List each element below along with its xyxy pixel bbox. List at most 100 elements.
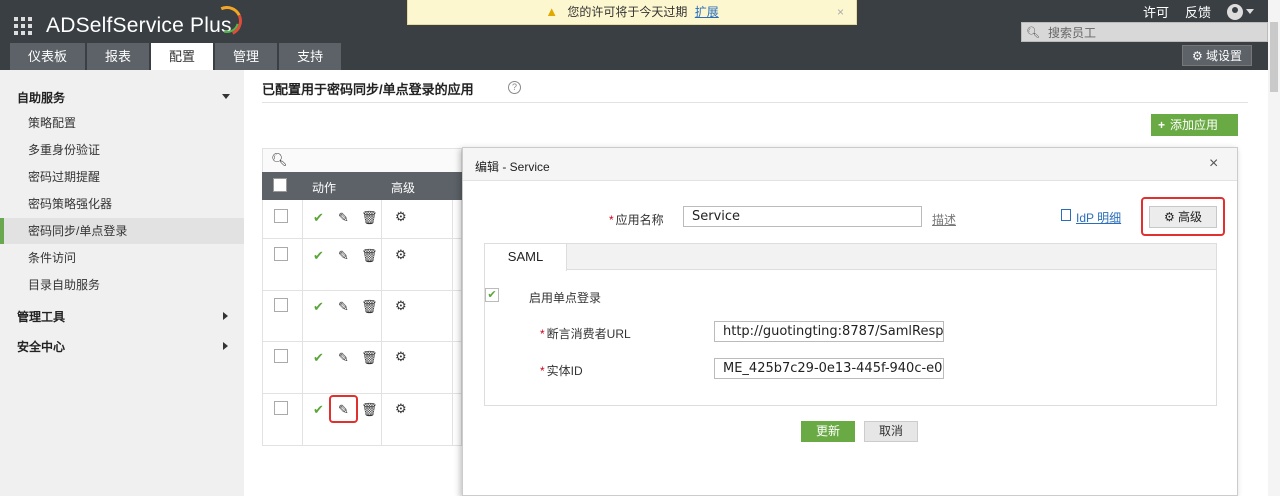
domain-settings-label: 域设置 bbox=[1206, 49, 1243, 63]
chevron-right-icon[interactable] bbox=[223, 312, 228, 320]
page-scrollbar-thumb[interactable] bbox=[1270, 22, 1278, 92]
chevron-right-icon[interactable] bbox=[223, 342, 228, 350]
row-checkbox[interactable] bbox=[274, 401, 288, 415]
license-notice: ▲ 您的许可将于今天过期 扩展 × bbox=[407, 0, 857, 25]
sidebar-item-policy-config[interactable]: 策略配置 bbox=[0, 110, 244, 136]
update-button[interactable]: 更新 bbox=[801, 421, 855, 442]
tab-saml[interactable]: SAML bbox=[485, 244, 567, 271]
gear-icon: ⚙ bbox=[1191, 49, 1203, 63]
divider bbox=[262, 102, 1248, 103]
sidebar-item-password-expiry[interactable]: 密码过期提醒 bbox=[0, 164, 244, 190]
enabled-check-icon[interactable]: ✔ bbox=[313, 248, 324, 264]
enable-sso-checkbox[interactable]: ✔ bbox=[485, 288, 499, 302]
app-logo: ADSelfService Plus bbox=[46, 14, 232, 37]
extend-link[interactable]: 扩展 bbox=[695, 5, 719, 19]
chevron-down-icon[interactable] bbox=[222, 94, 230, 99]
sidebar-section-self-service[interactable]: 自助服务 bbox=[17, 89, 65, 106]
user-menu[interactable] bbox=[1227, 3, 1254, 20]
domain-settings-button[interactable]: ⚙ 域设置 bbox=[1182, 45, 1252, 66]
edit-app-dialog: 编辑 - Service × * 应用名称 Service 描述 IdP 明细 ⚙… bbox=[462, 147, 1238, 496]
search-employee-input[interactable]: 🔍︎ 搜索员工 bbox=[1021, 22, 1268, 42]
tab-admin[interactable]: 管理 bbox=[215, 43, 278, 70]
add-app-label: 添加应用 bbox=[1170, 118, 1219, 132]
license-link[interactable]: 许可 bbox=[1143, 2, 1169, 21]
describe-link[interactable]: 描述 bbox=[932, 211, 956, 228]
enabled-check-icon[interactable]: ✔ bbox=[313, 402, 324, 418]
trash-icon[interactable]: 🗑︎ bbox=[361, 350, 378, 366]
feedback-link[interactable]: 反馈 bbox=[1185, 2, 1211, 21]
user-avatar-icon bbox=[1227, 3, 1243, 20]
enabled-check-icon[interactable]: ✔ bbox=[313, 210, 324, 226]
add-app-button[interactable]: + 添加应用 bbox=[1151, 114, 1238, 136]
tab-support[interactable]: 支持 bbox=[279, 43, 342, 70]
search-icon[interactable]: 🔍︎ bbox=[271, 152, 288, 168]
plus-icon: + bbox=[1158, 118, 1166, 132]
column-divider bbox=[381, 200, 382, 446]
gear-icon[interactable]: ⚙ bbox=[395, 247, 407, 263]
sidebar: 自助服务 策略配置 多重身份验证 密码过期提醒 密码策略强化器 密码同步/单点登… bbox=[0, 70, 244, 496]
entity-id-label: * 实体ID bbox=[540, 364, 583, 378]
entity-id-input[interactable]: ME_425b7c29-0e13-445f-940c-e02 bbox=[714, 358, 944, 379]
edit-icon[interactable]: ✎ bbox=[338, 248, 349, 264]
license-notice-text: 您的许可将于今天过期 bbox=[567, 5, 688, 19]
dialog-title: 编辑 - Service bbox=[475, 160, 550, 174]
edit-highlight-box bbox=[329, 395, 358, 423]
sidebar-section-security-center[interactable]: 安全中心 bbox=[17, 338, 65, 355]
edit-icon[interactable]: ✎ bbox=[338, 299, 349, 315]
table-row: ✔ ✎ 🗑︎ ⚙ bbox=[263, 200, 461, 239]
page-title: 已配置用于密码同步/单点登录的应用 bbox=[262, 82, 474, 97]
sidebar-item-password-sync-sso[interactable]: 密码同步/单点登录 bbox=[0, 218, 244, 244]
cancel-button[interactable]: 取消 bbox=[864, 421, 918, 442]
sidebar-item-password-policy[interactable]: 密码策略强化器 bbox=[0, 191, 244, 217]
enable-sso-label: 启用单点登录 bbox=[529, 291, 602, 305]
row-checkbox[interactable] bbox=[274, 209, 288, 223]
apps-table: ✔ ✎ 🗑︎ ⚙ ✔ ✎ 🗑︎ ⚙ ✔ ✎ 🗑︎ ⚙ ✔ ✎ 🗑︎ ⚙ ✔ ✎ … bbox=[262, 200, 462, 446]
trash-icon[interactable]: 🗑︎ bbox=[361, 248, 378, 264]
sidebar-item-mfa[interactable]: 多重身份验证 bbox=[0, 137, 244, 163]
gear-icon[interactable]: ⚙ bbox=[395, 401, 407, 417]
help-icon[interactable]: ? bbox=[508, 81, 521, 94]
enabled-check-icon[interactable]: ✔ bbox=[313, 350, 324, 366]
app-name-input[interactable]: Service bbox=[683, 206, 922, 227]
main-tabs: 仪表板 报表 配置 管理 支持 bbox=[10, 43, 342, 70]
sidebar-item-conditional-access[interactable]: 条件访问 bbox=[0, 245, 244, 271]
document-icon bbox=[1061, 209, 1071, 221]
sidebar-item-directory-self-service[interactable]: 目录自助服务 bbox=[0, 272, 244, 298]
trash-icon[interactable]: 🗑︎ bbox=[361, 402, 378, 418]
tab-configuration[interactable]: 配置 bbox=[151, 43, 214, 70]
gear-icon[interactable]: ⚙ bbox=[395, 349, 407, 365]
app-grid-icon[interactable] bbox=[14, 17, 32, 35]
gear-icon[interactable]: ⚙ bbox=[395, 209, 407, 225]
table-row: ✔ ✎ 🗑︎ ⚙ bbox=[263, 394, 461, 445]
select-all-checkbox[interactable] bbox=[273, 178, 287, 192]
table-row: ✔ ✎ 🗑︎ ⚙ bbox=[263, 291, 461, 342]
tab-dashboard[interactable]: 仪表板 bbox=[10, 43, 86, 70]
edit-icon[interactable]: ✎ bbox=[338, 350, 349, 366]
close-icon[interactable]: × bbox=[837, 0, 844, 24]
column-divider bbox=[302, 200, 303, 446]
sidebar-section-admin-tools[interactable]: 管理工具 bbox=[17, 308, 65, 325]
search-icon: 🔍︎ bbox=[1026, 26, 1040, 39]
row-checkbox[interactable] bbox=[274, 247, 288, 261]
acs-url-input[interactable]: http://guotingting:8787/SamlResp bbox=[714, 321, 944, 342]
trash-icon[interactable]: 🗑︎ bbox=[361, 299, 378, 315]
dialog-header: 编辑 - Service × bbox=[463, 148, 1237, 181]
acs-url-label: * 断言消费者URL bbox=[540, 327, 631, 341]
enabled-check-icon[interactable]: ✔ bbox=[313, 299, 324, 315]
table-row: ✔ ✎ 🗑︎ ⚙ bbox=[263, 239, 461, 291]
gear-icon[interactable]: ⚙ bbox=[395, 298, 407, 314]
trash-icon[interactable]: 🗑︎ bbox=[361, 210, 378, 226]
row-checkbox[interactable] bbox=[274, 349, 288, 363]
close-icon[interactable]: × bbox=[1209, 155, 1218, 173]
column-divider bbox=[452, 200, 453, 446]
row-checkbox[interactable] bbox=[274, 298, 288, 312]
advanced-highlight-box bbox=[1141, 197, 1225, 236]
idp-details-link[interactable]: IdP 明细 bbox=[1076, 209, 1121, 226]
table-header: 动作 高级 bbox=[262, 172, 462, 200]
top-right-menu: 许可 反馈 bbox=[1143, 2, 1254, 21]
tab-reports[interactable]: 报表 bbox=[87, 43, 150, 70]
edit-icon[interactable]: ✎ bbox=[338, 210, 349, 226]
table-search-bar: 🔍︎ bbox=[262, 148, 462, 172]
search-employee-placeholder: 搜索员工 bbox=[1047, 25, 1096, 40]
table-row: ✔ ✎ 🗑︎ ⚙ bbox=[263, 342, 461, 394]
